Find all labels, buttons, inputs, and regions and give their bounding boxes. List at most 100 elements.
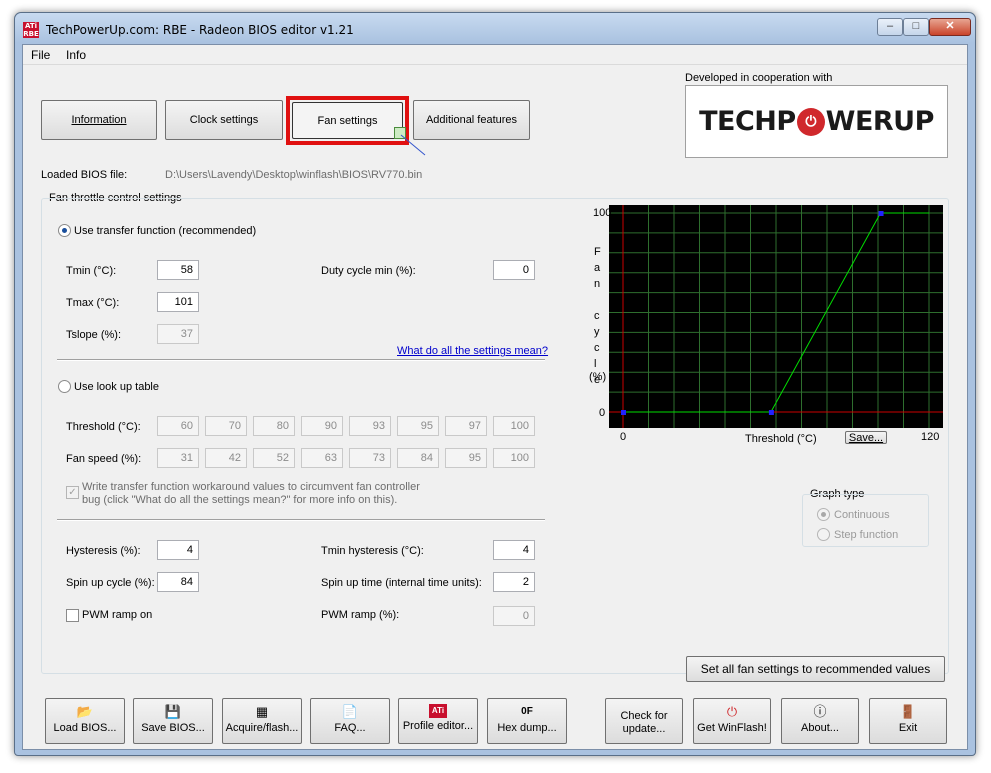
tab-additional-features[interactable]: Additional features xyxy=(413,100,530,140)
divider-1 xyxy=(57,359,545,361)
logo-text-left: TECHP xyxy=(699,106,796,137)
fan-speed-input[interactable]: 84 xyxy=(397,448,439,468)
threshold-input[interactable]: 60 xyxy=(157,416,199,436)
threshold-input[interactable]: 80 xyxy=(253,416,295,436)
threshold-input[interactable]: 70 xyxy=(205,416,247,436)
hex-icon: 0F xyxy=(521,706,533,717)
threshold-input[interactable]: 93 xyxy=(349,416,391,436)
fan-speed-input[interactable]: 42 xyxy=(205,448,247,468)
duty-cycle-min-input[interactable]: 0 xyxy=(493,260,535,280)
profile-editor-button[interactable]: ATi Profile editor... xyxy=(398,698,478,744)
hysteresis-label: Hysteresis (%): xyxy=(66,545,141,557)
save-bios-button[interactable]: 💾 Save BIOS... xyxy=(133,698,213,744)
recommended-values-label: Set all fan settings to recommended valu… xyxy=(700,662,931,676)
exit-label: Exit xyxy=(898,722,918,734)
graph-save-button[interactable]: Save... xyxy=(845,431,887,444)
y-axis-min-label: 0 xyxy=(599,407,606,419)
pwm-ramp-label: PWM ramp (%): xyxy=(321,609,400,621)
y-axis-label-letter: n xyxy=(594,278,601,290)
tab-fan-label: Fan settings xyxy=(317,114,378,127)
floppy-disk-icon: 💾 xyxy=(164,704,182,719)
exit-door-icon: 🚪 xyxy=(899,704,917,719)
logo-text-right: WERUP xyxy=(825,106,935,137)
help-link[interactable]: What do all the settings mean? xyxy=(397,345,548,357)
spin-up-cycle-input[interactable]: 84 xyxy=(157,572,199,592)
title-bar[interactable]: ATi RBE TechPowerUp.com: RBE - Radeon BIO… xyxy=(15,13,975,43)
pwm-ramp-checkbox[interactable] xyxy=(66,609,79,622)
minimize-button[interactable]: – xyxy=(877,18,903,36)
maximize-button[interactable]: □ xyxy=(903,18,929,36)
ati-app-icon: ATi RBE xyxy=(23,22,39,38)
fan-speed-label: Fan speed (%): xyxy=(66,453,142,465)
menu-file[interactable]: File xyxy=(31,48,50,62)
pwm-ramp-on-label: PWM ramp on xyxy=(82,609,153,621)
tab-additional-label: Additional features xyxy=(425,114,518,126)
spin-up-time-input[interactable]: 2 xyxy=(493,572,535,592)
y-axis-label-letter: c xyxy=(594,342,600,354)
get-winflash-button[interactable]: ⏻ Get WinFlash! xyxy=(693,698,771,744)
tab-information[interactable]: Information xyxy=(41,100,157,140)
faq-button[interactable]: 📄 FAQ... xyxy=(310,698,390,744)
continuous-radio[interactable] xyxy=(817,508,830,521)
workaround-label-line1: Write transfer function workaround value… xyxy=(82,481,420,493)
x-axis-min-label: 0 xyxy=(620,431,627,443)
y-axis-label-letter: l xyxy=(594,358,597,370)
step-function-radio[interactable] xyxy=(817,528,830,541)
techpowerup-logo[interactable]: TECHP ⏻ WERUP xyxy=(685,85,948,158)
tslope-input[interactable]: 37 xyxy=(157,324,199,344)
fan-speed-input[interactable]: 52 xyxy=(253,448,295,468)
about-button[interactable]: ⓘ About... xyxy=(781,698,859,744)
y-axis-label-letter: a xyxy=(594,262,601,274)
lookup-table-label: Use look up table xyxy=(74,381,159,393)
fan-speed-input[interactable]: 73 xyxy=(349,448,391,468)
hex-dump-label: Hex dump... xyxy=(497,722,557,734)
duty-cycle-min-label: Duty cycle min (%): xyxy=(321,265,416,277)
threshold-input[interactable]: 100 xyxy=(493,416,535,436)
fan-speed-input[interactable]: 63 xyxy=(301,448,343,468)
tmin-hysteresis-input[interactable]: 4 xyxy=(493,540,535,560)
lookup-table-radio[interactable] xyxy=(58,380,71,393)
fan-speed-input[interactable]: 31 xyxy=(157,448,199,468)
transfer-function-label: Use transfer function (recommended) xyxy=(74,225,257,237)
continuous-label: Continuous xyxy=(834,509,890,521)
fan-speed-input[interactable]: 100 xyxy=(493,448,535,468)
pwm-ramp-input[interactable]: 0 xyxy=(493,606,535,626)
menu-info[interactable]: Info xyxy=(66,48,86,62)
tmin-label: Tmin (°C): xyxy=(66,265,117,277)
workaround-checkbox[interactable]: ✓ xyxy=(66,486,79,499)
tab-fan-settings[interactable]: Fan settings xyxy=(292,102,403,139)
tmax-input[interactable]: 101 xyxy=(157,292,199,312)
faq-label: FAQ... xyxy=(334,722,366,734)
tmin-input[interactable]: 58 xyxy=(157,260,199,280)
threshold-input[interactable]: 97 xyxy=(445,416,487,436)
acquire-flash-label: Acquire/flash... xyxy=(225,722,299,734)
load-bios-button[interactable]: 📂 Load BIOS... xyxy=(45,698,125,744)
acquire-flash-button[interactable]: ▦ Acquire/flash... xyxy=(222,698,302,744)
threshold-input[interactable]: 95 xyxy=(397,416,439,436)
transfer-function-radio[interactable] xyxy=(58,224,71,237)
y-axis-unit: (%) xyxy=(589,371,607,383)
fan-curve-chart xyxy=(609,205,943,428)
tslope-label: Tslope (%): xyxy=(66,329,122,341)
fan-speed-input[interactable]: 95 xyxy=(445,448,487,468)
bios-path: D:\Users\Lavendy\Desktop\winflash\BIOS\R… xyxy=(165,169,423,181)
y-axis-label-letter: c xyxy=(594,310,600,322)
power-icon: ⏻ xyxy=(726,704,738,719)
tab-information-label: Information xyxy=(71,114,127,126)
save-bios-label: Save BIOS... xyxy=(141,722,205,734)
exit-button[interactable]: 🚪 Exit xyxy=(869,698,947,744)
curve-point xyxy=(878,211,884,216)
loaded-bios-label: Loaded BIOS file: xyxy=(41,169,128,181)
hex-dump-button[interactable]: 0F Hex dump... xyxy=(487,698,567,744)
open-folder-icon: 📂 xyxy=(76,704,94,719)
hysteresis-input[interactable]: 4 xyxy=(157,540,199,560)
tab-clock-settings[interactable]: Clock settings xyxy=(165,100,283,140)
close-button[interactable]: ✕ xyxy=(929,18,971,36)
tmin-hysteresis-label: Tmin hysteresis (°C): xyxy=(321,545,424,557)
check-update-button[interactable]: Check for update... xyxy=(605,698,683,744)
about-label: About... xyxy=(801,722,839,734)
spin-up-time-label: Spin up time (internal time units): xyxy=(321,577,482,589)
threshold-input[interactable]: 90 xyxy=(301,416,343,436)
recommended-values-button[interactable]: Set all fan settings to recommended valu… xyxy=(686,656,945,682)
app-window: ATi RBE TechPowerUp.com: RBE - Radeon BIO… xyxy=(14,12,976,756)
